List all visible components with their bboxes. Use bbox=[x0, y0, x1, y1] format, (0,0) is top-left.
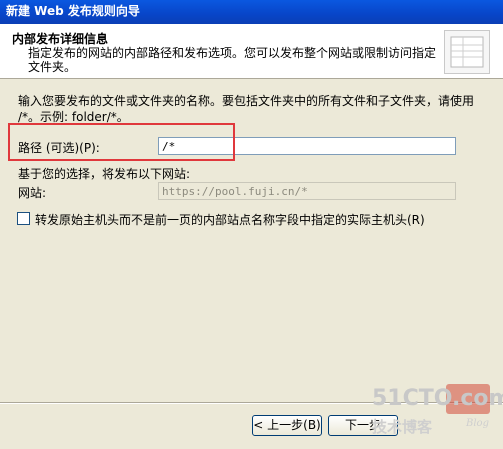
based-on-label: 基于您的选择，将发布以下网站: bbox=[18, 167, 191, 181]
forward-host-label[interactable]: 转发原始主机头而不是前一页的内部站点名称字段中指定的实际主机头(R) bbox=[35, 211, 425, 228]
window-title: 新建 Web 发布规则向导 bbox=[6, 4, 140, 18]
next-button[interactable]: 下一步 bbox=[328, 415, 398, 436]
path-label: 路径 (可选)(P): bbox=[18, 141, 100, 155]
window-titlebar: 新建 Web 发布规则向导 bbox=[0, 0, 503, 24]
header-title: 内部发布详细信息 bbox=[12, 32, 109, 46]
watermark-seal-icon bbox=[446, 384, 490, 414]
path-input[interactable] bbox=[158, 137, 456, 155]
wizard-header: 内部发布详细信息 指定发布的网站的内部路径和发布选项。您可以发布整个网站或限制访… bbox=[0, 24, 503, 79]
header-description: 指定发布的网站的内部路径和发布选项。您可以发布整个网站或限制访问指定文件夹。 bbox=[28, 46, 437, 74]
website-label: 网站: bbox=[18, 186, 47, 200]
wizard-banner-icon bbox=[444, 30, 490, 74]
intro-text: 输入您要发布的文件或文件夹的名称。要包括文件夹中的所有文件和子文件夹，请使用 /… bbox=[18, 94, 475, 124]
watermark-blog: Blog bbox=[466, 418, 489, 429]
watermark-site: 51CTO.com bbox=[372, 386, 503, 411]
back-button[interactable]: < 上一步(B) bbox=[252, 415, 322, 436]
website-field bbox=[158, 182, 456, 200]
forward-host-checkbox[interactable] bbox=[17, 212, 30, 225]
footer-divider bbox=[0, 402, 503, 404]
